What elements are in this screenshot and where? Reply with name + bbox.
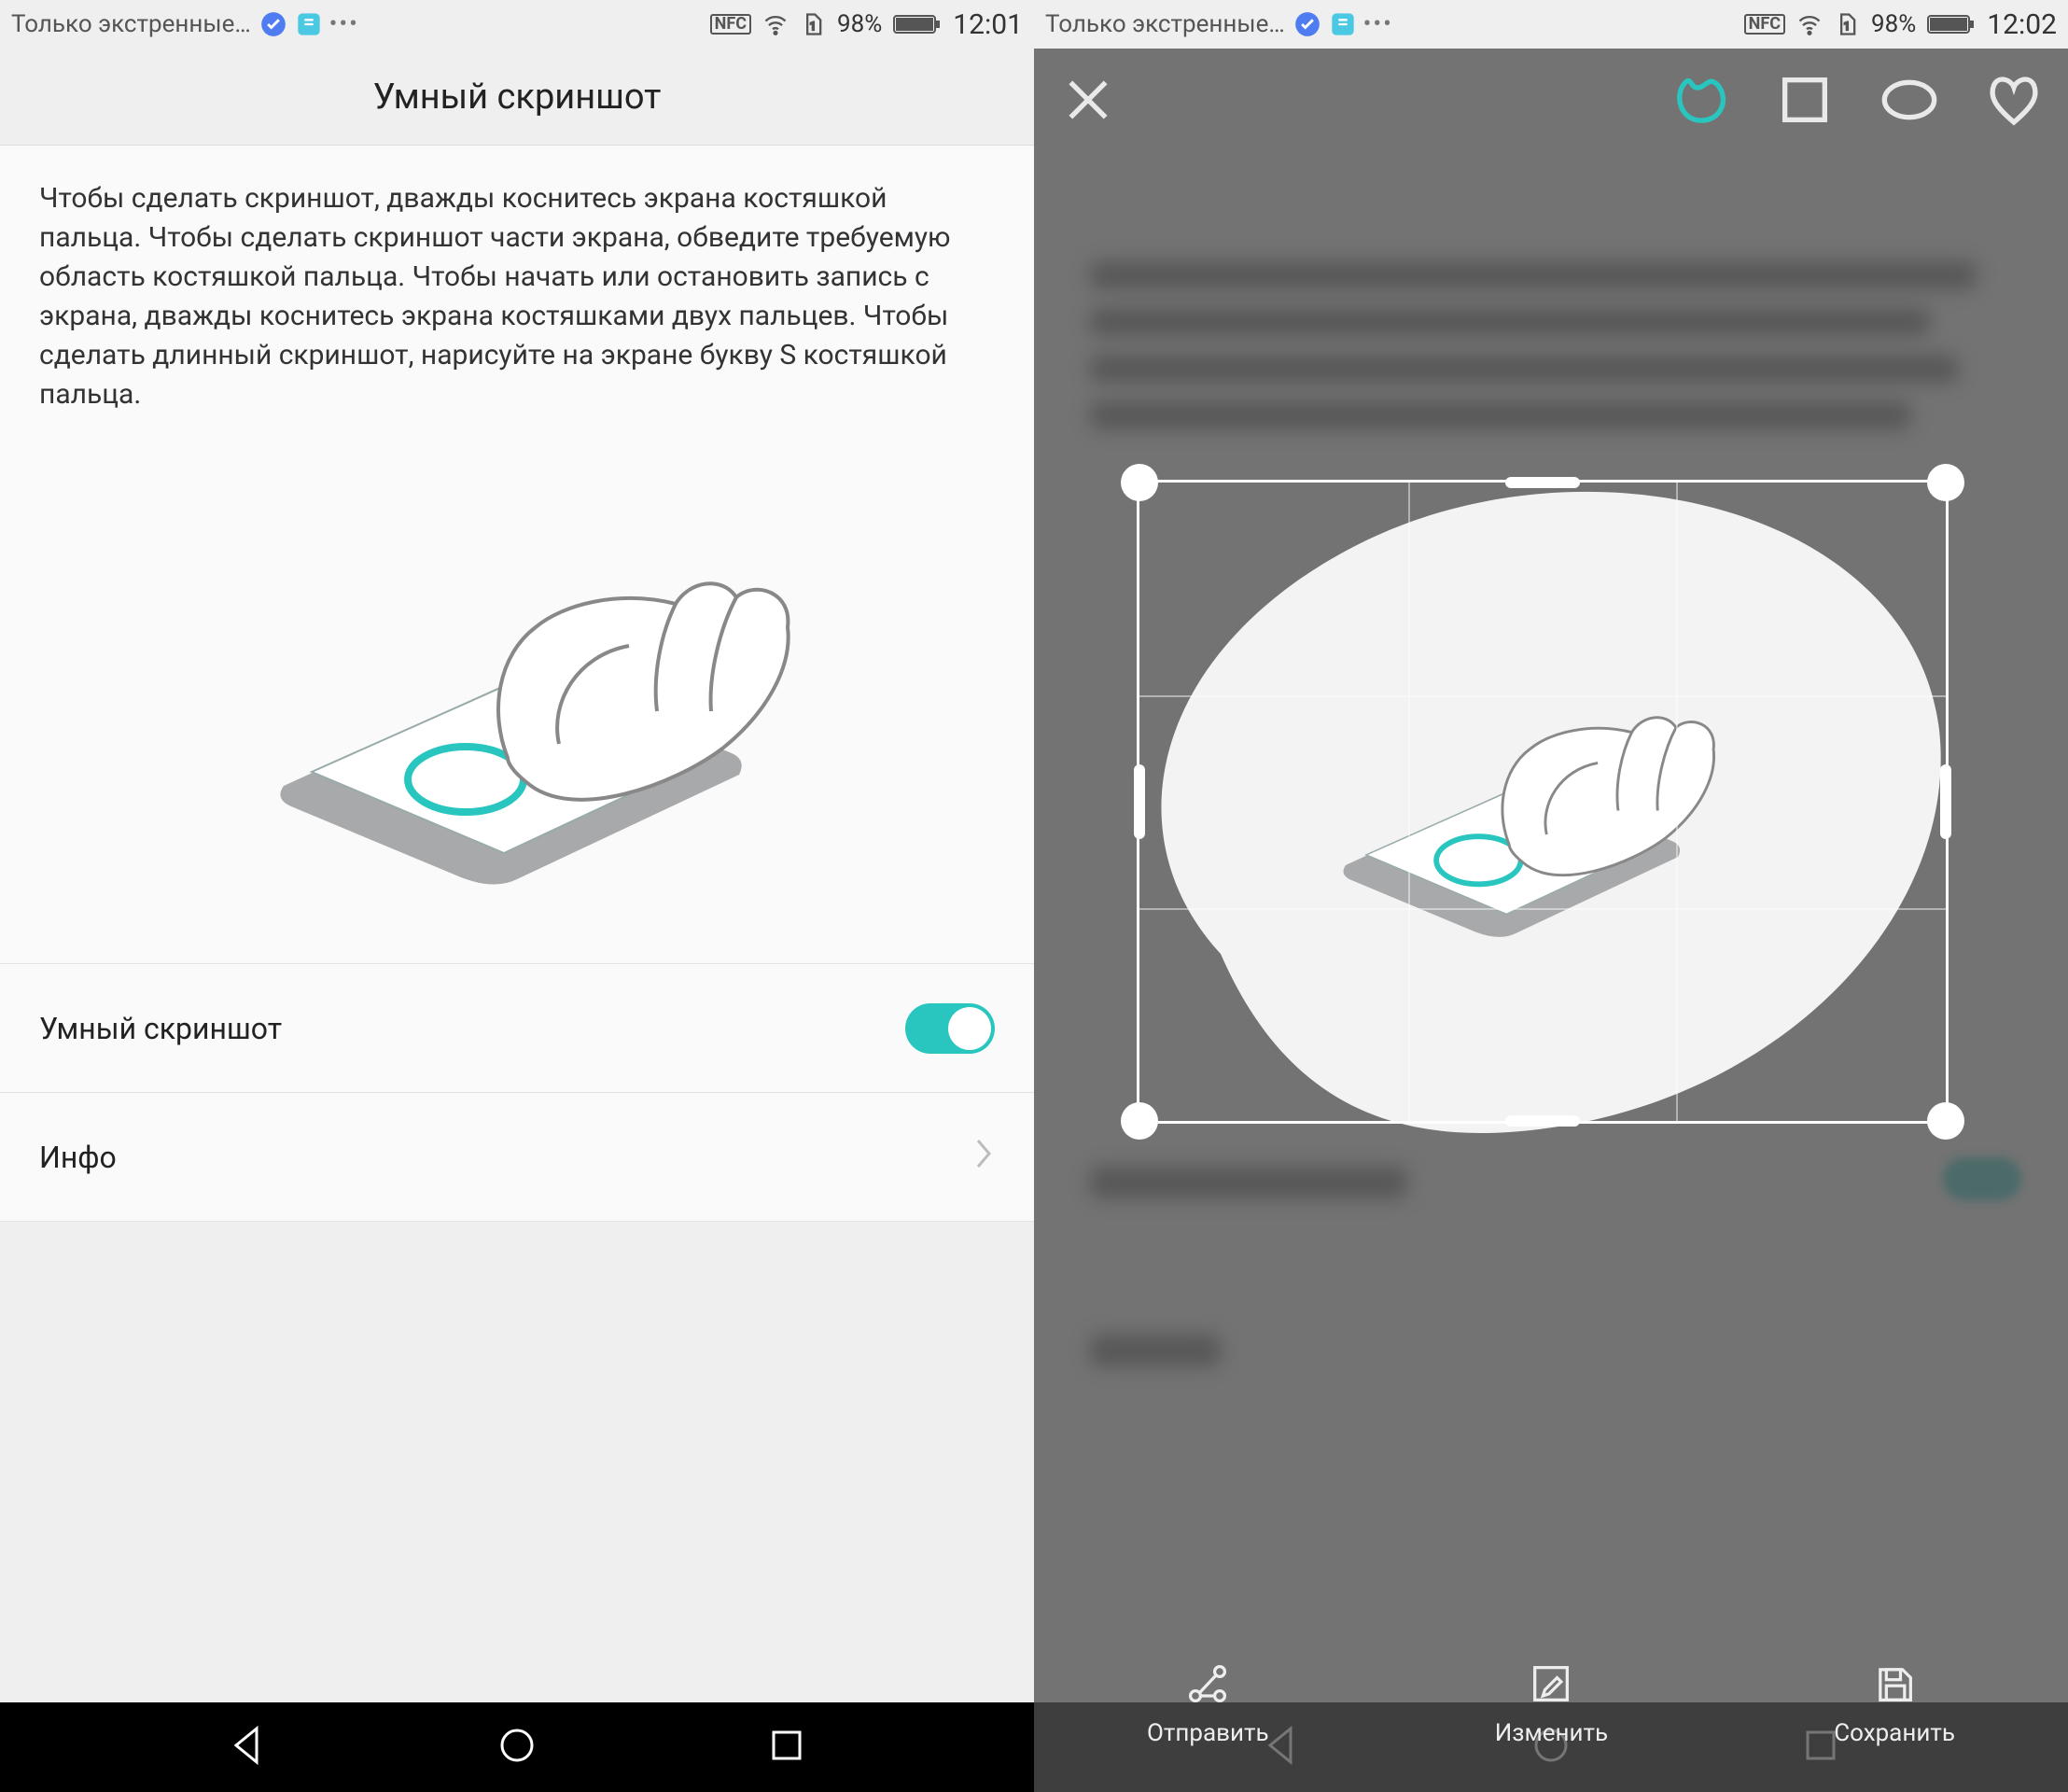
chevron-right-icon [972,1135,995,1180]
wifi-icon [762,11,789,37]
crop-handle-left[interactable] [1134,764,1145,839]
phone-right: Только экстренные… ••• NFC 1 98% 12:02 [1034,0,2068,1792]
status-bar: Только экстренные… ••• NFC 1 98% 12:01 [0,0,1034,49]
clock-text: 12:01 [953,8,1023,41]
share-label: Отправить [1147,1719,1269,1747]
nfc-icon: NFC [710,14,751,35]
knuckle-illustration [39,441,995,963]
save-button[interactable]: Сохранить [1834,1659,1955,1747]
bottom-action-bar: Отправить Изменить Сохранить [1034,1624,2068,1792]
screenshot-editor-overlay: Отправить Изменить Сохранить [1034,0,2068,1792]
crop-handle-tr[interactable] [1927,464,1964,501]
app-icon [1330,11,1356,37]
check-icon [260,11,286,37]
crop-handle-br[interactable] [1927,1102,1964,1140]
network-text: Только экстренные… [1045,10,1285,38]
crop-handle-top[interactable] [1505,477,1580,488]
app-icon [296,11,322,37]
crop-rectangle[interactable] [1137,480,1949,1124]
svg-text:1: 1 [810,20,817,33]
ellipse-shape-icon[interactable] [1879,70,1939,130]
title-bar: Умный скриншот [0,49,1034,146]
edit-button[interactable]: Изменить [1495,1659,1608,1747]
info-row[interactable]: Инфо [0,1093,1034,1222]
battery-text: 98% [837,10,882,38]
shape-tool-row [1034,49,2068,151]
freeform-shape-icon[interactable] [1670,70,1730,130]
crop-area[interactable] [1034,151,2068,1624]
nav-bar [0,1702,1034,1792]
check-icon [1294,11,1320,37]
square-shape-icon[interactable] [1775,70,1835,130]
toggle-switch[interactable] [905,1003,995,1054]
save-label: Сохранить [1834,1719,1955,1747]
recent-icon[interactable] [764,1723,809,1771]
crop-handle-right[interactable] [1940,764,1951,839]
share-button[interactable]: Отправить [1147,1659,1269,1747]
close-icon[interactable] [1058,70,1118,130]
sim-icon: 1 [1834,11,1860,37]
crop-handle-tl[interactable] [1121,464,1158,501]
page-title: Умный скриншот [373,77,662,118]
crop-handle-bl[interactable] [1121,1102,1158,1140]
network-text: Только экстренные… [11,10,251,38]
smart-screenshot-toggle-row[interactable]: Умный скриншот [0,964,1034,1093]
crop-handle-bottom[interactable] [1505,1115,1580,1127]
description-text: Чтобы сделать скриншот, дважды коснитесь… [39,179,995,441]
more-icon: ••• [1365,11,1391,37]
toggle-label: Умный скриншот [39,1011,282,1046]
home-icon[interactable] [495,1723,539,1771]
empty-area [0,1222,1034,1702]
battery-icon [1927,11,1976,37]
nfc-icon: NFC [1744,14,1785,35]
more-icon: ••• [331,11,357,37]
description-card: Чтобы сделать скриншот, дважды коснитесь… [0,146,1034,964]
clock-text: 12:02 [1987,8,2057,41]
heart-shape-icon[interactable] [1984,70,2044,130]
info-label: Инфо [39,1140,117,1175]
back-icon[interactable] [225,1723,270,1771]
edit-label: Изменить [1495,1719,1608,1747]
phone-left: Только экстренные… ••• NFC 1 98% 12:01 У… [0,0,1034,1792]
wifi-icon [1796,11,1823,37]
svg-text:1: 1 [1844,20,1851,33]
sim-icon: 1 [800,11,826,37]
battery-icon [893,11,942,37]
status-bar: Только экстренные… ••• NFC 1 98% 12:02 [1034,0,2068,49]
battery-text: 98% [1871,10,1916,38]
